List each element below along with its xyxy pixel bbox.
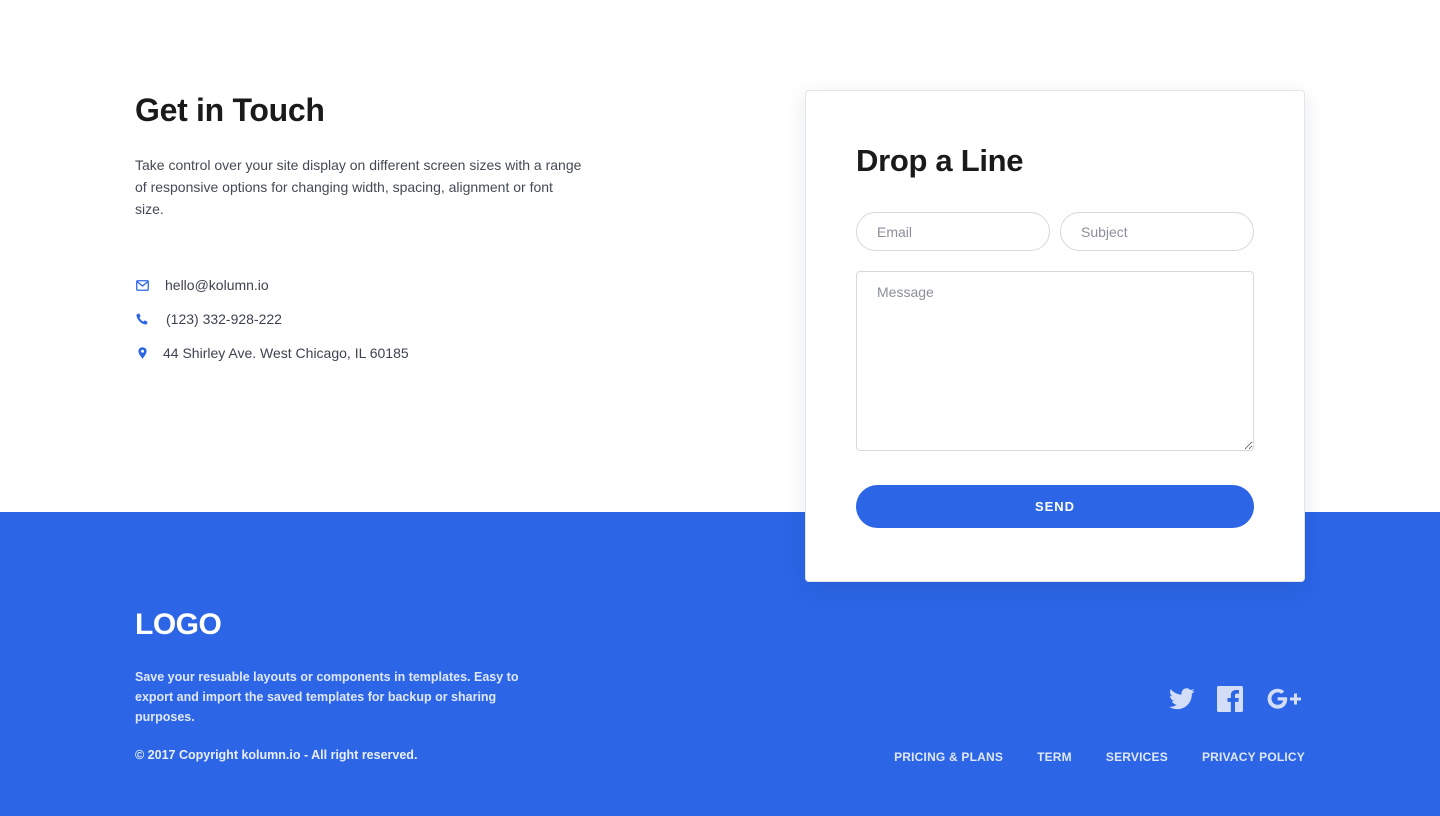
footer-link-term[interactable]: TERM — [1037, 750, 1072, 764]
google-plus-icon[interactable] — [1265, 686, 1305, 712]
email-field[interactable] — [856, 212, 1050, 251]
map-pin-icon — [135, 346, 149, 360]
footer-copyright: © 2017 Copyright kolumn.io - All right r… — [135, 748, 418, 762]
facebook-icon[interactable] — [1217, 686, 1243, 712]
twitter-icon[interactable] — [1169, 688, 1195, 710]
form-title: Drop a Line — [856, 143, 1024, 178]
phone-icon — [135, 312, 149, 326]
contact-email-text: hello@kolumn.io — [165, 277, 269, 293]
footer-logo[interactable]: LOGO — [135, 608, 222, 642]
contact-address-item[interactable]: 44 Shirley Ave. West Chicago, IL 60185 — [135, 336, 595, 370]
footer-nav: PRICING & PLANS TERM SERVICES PRIVACY PO… — [894, 750, 1305, 764]
footer-description: Save your resuable layouts or components… — [135, 670, 519, 724]
contact-phone-item[interactable]: (123) 332-928-222 — [135, 302, 595, 336]
contact-form-card: Drop a Line SEND — [805, 90, 1305, 582]
subject-field[interactable] — [1060, 212, 1254, 251]
contact-title: Get in Touch — [135, 92, 325, 128]
footer-link-pricing[interactable]: PRICING & PLANS — [894, 750, 1003, 764]
contact-page: Get in Touch Take control over your site… — [0, 0, 1440, 816]
footer-link-services[interactable]: SERVICES — [1106, 750, 1168, 764]
contact-address-text: 44 Shirley Ave. West Chicago, IL 60185 — [163, 345, 409, 361]
contact-info: Get in Touch Take control over your site… — [135, 92, 595, 370]
contact-description: Take control over your site display on d… — [135, 157, 582, 217]
social-links — [1169, 686, 1305, 712]
contact-list: hello@kolumn.io (123) 332-928-222 44 Shi… — [135, 268, 595, 370]
envelope-icon — [135, 278, 149, 292]
message-field[interactable] — [856, 271, 1254, 451]
send-button[interactable]: SEND — [856, 485, 1254, 528]
contact-phone-text: (123) 332-928-222 — [166, 311, 282, 327]
footer-link-privacy[interactable]: PRIVACY POLICY — [1202, 750, 1305, 764]
contact-email-item[interactable]: hello@kolumn.io — [135, 268, 595, 302]
